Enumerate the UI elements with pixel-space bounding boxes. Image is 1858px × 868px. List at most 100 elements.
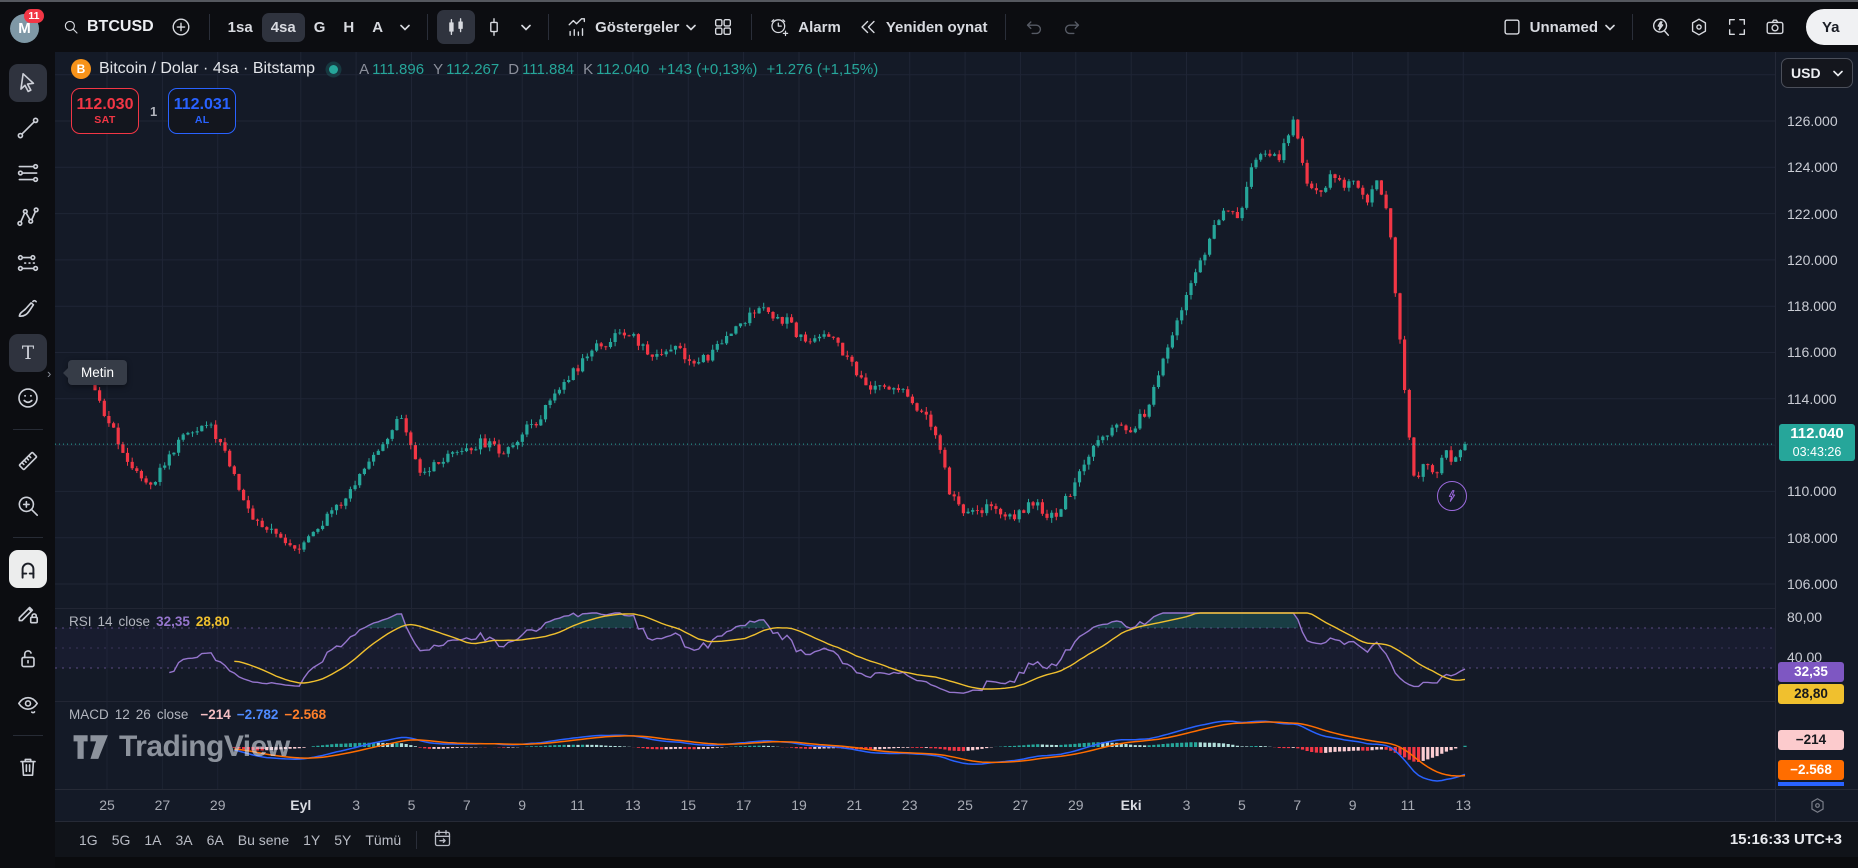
rsi-legend[interactable]: RSI 14 close 32,35 28,80 [69,614,230,629]
clock[interactable]: 15:16:33 UTC+3 [1730,831,1842,848]
redo-button[interactable] [1053,10,1091,44]
time-axis-label: 27 [155,797,171,813]
fullscreen-button[interactable] [1718,10,1756,44]
macd-line-badge [1778,782,1844,786]
drawing-toolbar: T [0,52,55,868]
range-6a-button[interactable]: 6A [200,828,231,852]
quick-search-button[interactable] [1642,10,1680,44]
compare-add-button[interactable] [162,10,200,44]
rsi-chart[interactable] [55,609,1775,701]
indicators-icon [566,16,588,38]
smiley-icon [15,385,41,411]
currency-toggle-button[interactable]: USD [1781,58,1853,88]
interval-menu-button[interactable] [392,18,418,37]
text-tool[interactable]: T [9,334,47,372]
rsi-value-badge: 32,35 [1778,662,1844,682]
range-all-button[interactable]: Tümü [358,828,408,852]
delete-tool[interactable] [9,748,47,786]
instant-trading-button[interactable] [1437,481,1467,511]
interval-g-button[interactable]: G [305,13,335,42]
svg-text:T: T [21,343,34,364]
candlestick-chart[interactable] [55,52,1775,608]
projection-tool[interactable] [9,244,47,282]
price-axis[interactable]: USD 126.000124.000122.000120.000118.0001… [1775,52,1858,789]
interval-1sa-button[interactable]: 1sa [219,13,262,42]
range-1g-button[interactable]: 1G [72,828,105,852]
axis-settings-corner[interactable] [1775,789,1858,821]
indicators-button[interactable]: Göstergeler [558,10,704,44]
bottom-toolbar: 1G 5G 1A 3A 6A Bu sene 1Y 5Y Tümü 15:16:… [55,821,1858,857]
go-to-date-button[interactable] [425,824,460,856]
lock-all-tool[interactable] [9,640,47,678]
chart-style-hollow-button[interactable] [475,10,513,44]
drawing-mode-lock-tool[interactable] [9,595,47,633]
interval-a-button[interactable]: A [363,13,392,42]
screenshot-button[interactable] [1756,10,1794,44]
macd-pane[interactable]: MACD 12 26 close −214 −2.782 −2.568 Trad… [55,701,1775,789]
fib-retracement-tool[interactable] [9,154,47,192]
range-1y-button[interactable]: 1Y [296,828,327,852]
range-5y-button[interactable]: 5Y [327,828,358,852]
interval-4sa-button[interactable]: 4sa [262,13,305,42]
range-5g-button[interactable]: 5G [105,828,138,852]
watermark-text: TradingView [119,730,290,764]
time-axis[interactable]: 252729Eyl357911131517192123252729Eki3579… [55,789,1775,821]
macd-title: MACD [69,707,109,722]
time-axis-label: 29 [210,797,226,813]
xabcd-pattern-tool[interactable] [9,199,47,237]
cursor-tool[interactable] [9,64,47,102]
chart-legend: B Bitcoin / Dolar · 4sa · Bitstamp A111.… [71,59,878,79]
watermark: TradingView [73,730,290,764]
market-status-icon [329,65,338,74]
fib-lines-icon [15,160,41,186]
toolbar-separator [13,537,43,538]
replay-icon [857,16,879,38]
interval-h-button[interactable]: H [334,13,363,42]
bitcoin-icon: B [71,59,91,79]
chart-style-candles-button[interactable] [437,10,475,44]
sell-price: 112.030 [77,96,134,114]
macd-legend[interactable]: MACD 12 26 close −214 −2.782 −2.568 [69,707,326,722]
price-axis-label: 116.000 [1787,343,1837,361]
publish-button[interactable]: Ya [1806,9,1858,45]
layout-grid-button[interactable] [704,10,742,44]
toolbar-separator [1005,14,1006,40]
pair-title[interactable]: Bitcoin / Dolar · 4sa · Bitstamp [99,60,315,78]
time-axis-label: 15 [680,797,696,813]
rsi-length: 14 [98,614,113,629]
emoji-tool[interactable] [9,379,47,417]
range-1a-button[interactable]: 1A [137,828,168,852]
gear-hexagon-icon [1808,796,1827,815]
main-price-pane[interactable]: B Bitcoin / Dolar · 4sa · Bitstamp A111.… [55,52,1775,608]
calendar-arrow-icon [432,828,453,849]
undo-button[interactable] [1015,10,1053,44]
time-axis-label: 25 [99,797,115,813]
user-menu-button[interactable]: M 11 [10,11,44,43]
zoom-in-tool[interactable] [9,487,47,525]
alarm-button[interactable]: Alarm [761,10,849,44]
rsi-title: RSI [69,614,92,629]
toolbar-separator [751,14,752,40]
range-3a-button[interactable]: 3A [169,828,200,852]
notification-badge: 11 [24,9,44,23]
layout-name-label: Unnamed [1530,19,1598,36]
trend-line-tool[interactable] [9,109,47,147]
time-axis-label: 23 [902,797,918,813]
chart-style-menu-button[interactable] [513,18,539,37]
close-label: K [583,61,593,78]
indicators-label: Göstergeler [595,19,679,36]
layout-name-button[interactable]: Unnamed [1493,10,1623,44]
symbol-search-button[interactable]: BTCUSD [54,12,162,42]
sell-button[interactable]: 112.030 SAT [71,88,139,134]
magnet-tool[interactable] [9,550,47,588]
settings-button[interactable] [1680,10,1718,44]
replay-button[interactable]: Yeniden oynat [849,10,996,44]
buy-button[interactable]: 112.031 AL [168,88,236,134]
range-ytd-button[interactable]: Bu sene [231,828,296,852]
measure-tool[interactable] [9,442,47,480]
hide-all-tool[interactable] [9,685,47,723]
brush-tool[interactable] [9,289,47,327]
toolbar-expand-handle[interactable]: › [47,366,51,381]
high-value: 112.267 [446,61,499,78]
rsi-pane[interactable]: RSI 14 close 32,35 28,80 [55,608,1775,701]
